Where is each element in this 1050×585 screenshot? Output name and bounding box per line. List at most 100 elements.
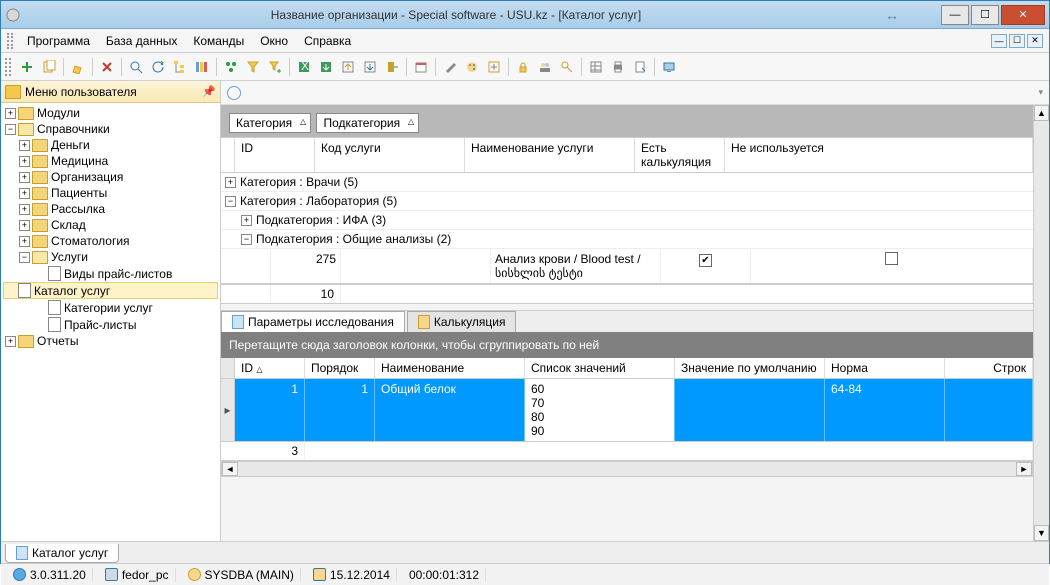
column-code[interactable]: Код услуги [315,138,465,172]
calendar-icon[interactable] [411,57,431,77]
grid-icon[interactable] [586,57,606,77]
column-has-calc[interactable]: Есть калькуляция [635,138,725,172]
print-icon[interactable] [608,57,628,77]
refresh-icon[interactable] [148,57,168,77]
menu-window[interactable]: Окно [252,32,296,50]
lock-icon[interactable] [513,57,533,77]
menu-help[interactable]: Справка [296,32,359,50]
sidebar-header: Меню пользователя 📌 [1,81,220,103]
filter-add-icon[interactable] [265,57,285,77]
edit-icon[interactable] [68,57,88,77]
table-row[interactable]: 275 Анализ крови / Blood test / სისხლის … [221,249,1033,283]
import-xls-icon[interactable] [316,57,336,77]
window-minimize-button[interactable]: — [941,5,969,25]
export-xls-icon[interactable]: X [294,57,314,77]
tree-item-reports[interactable]: +Отчеты [3,333,218,349]
copy-icon[interactable] [39,57,59,77]
group-row-lab[interactable]: −Категория : Лаборатория (5) [221,192,1033,211]
import-icon[interactable] [360,57,380,77]
group-chip-category[interactable]: Категория△ [229,113,311,133]
column-unused[interactable]: Не используется [725,138,1033,172]
tools-icon[interactable] [440,57,460,77]
window-maximize-button[interactable]: ☐ [971,5,999,25]
tree-item-service-catalog[interactable]: Каталог услуг [3,282,218,299]
column2-rows[interactable]: Строк [945,358,1033,378]
tree-icon[interactable] [170,57,190,77]
tree-item-mailing[interactable]: +Рассылка [3,201,218,217]
group-chip-subcategory[interactable]: Подкатегория△ [316,113,419,133]
mdi-close-button[interactable]: ✕ [1027,34,1043,48]
checkbox-checked-icon: ✔ [699,254,712,267]
tree-item-patients[interactable]: +Пациенты [3,185,218,201]
scroll-right-icon[interactable]: ► [1016,462,1032,476]
window-close-button[interactable]: ✕ [1001,5,1045,25]
tree-item-references[interactable]: −Справочники [3,121,218,137]
mdi-restore-button[interactable]: ☐ [1009,34,1025,48]
column2-default[interactable]: Значение по умолчанию [675,358,825,378]
cell-unused[interactable] [751,249,1033,283]
document-tab-catalog[interactable]: Каталог услуг [5,544,119,563]
tree-item-medicine[interactable]: +Медицина [3,153,218,169]
tree-item-organization[interactable]: +Организация [3,169,218,185]
column-id[interactable]: ID [235,138,315,172]
vertical-scrollbar[interactable]: ▲ ▼ [1033,105,1049,541]
clock-icon[interactable] [227,86,241,100]
filter-icon[interactable] [243,57,263,77]
preview-icon[interactable] [630,57,650,77]
tree-item-service-categories[interactable]: Категории услуг [3,299,218,316]
door-icon[interactable] [382,57,402,77]
scroll-up-icon[interactable]: ▲ [1034,105,1049,121]
menu-database[interactable]: База данных [98,32,185,50]
toolbar-grip[interactable] [5,58,11,76]
column2-values[interactable]: Список значений [525,358,675,378]
tree-item-pricelists[interactable]: Прайс-листы [3,316,218,333]
columns-icon[interactable] [192,57,212,77]
add-icon[interactable] [17,57,37,77]
tree-item-price-types[interactable]: Виды прайс-листов [3,265,218,282]
display-icon[interactable] [659,57,679,77]
cell2-values[interactable]: 60 70 80 90 [525,379,675,441]
key-icon[interactable] [557,57,577,77]
menu-program[interactable]: Программа [19,32,98,50]
sub-toolbar-chevron-icon[interactable]: ▾ [1038,87,1043,98]
detail-table-row[interactable]: ▸ 1 1 Общий белок 60 70 80 90 64-84 [221,379,1033,441]
scroll-down-icon[interactable]: ▼ [1034,525,1049,541]
tab-research-params[interactable]: Параметры исследования [221,311,405,332]
group-panel[interactable]: Категория△ Подкатегория△ [221,105,1033,137]
group-row-general[interactable]: −Подкатегория : Общие анализы (2) [221,230,1033,249]
tree-item-money[interactable]: +Деньги [3,137,218,153]
column2-name[interactable]: Наименование [375,358,525,378]
menubar-grip[interactable] [7,33,13,49]
detail-group-panel[interactable]: Перетащите сюда заголовок колонки, чтобы… [221,332,1033,358]
delete-icon[interactable] [97,57,117,77]
scroll-left-icon[interactable]: ◄ [222,462,238,476]
tab-calculation[interactable]: Калькуляция [407,311,517,332]
mdi-minimize-button[interactable]: — [991,34,1007,48]
column2-id[interactable]: ID △ [235,358,305,378]
export-icon[interactable] [338,57,358,77]
tree-item-warehouse[interactable]: +Склад [3,217,218,233]
cell2-row [945,379,1033,441]
column2-order[interactable]: Порядок [305,358,375,378]
palette-icon[interactable] [462,57,482,77]
group-row-doctors[interactable]: +Категория : Врачи (5) [221,173,1033,192]
tree-item-modules[interactable]: +Модули [3,105,218,121]
search-icon[interactable] [126,57,146,77]
sidebar: Меню пользователя 📌 +Модули −Справочники… [1,81,221,541]
grid-footer: 10 [221,284,1033,304]
tree-item-services[interactable]: −Услуги [3,249,218,265]
group-row-ifa[interactable]: +Подкатегория : ИФА (3) [221,211,1033,230]
pin-icon[interactable]: 📌 [202,85,216,98]
group-icon[interactable] [221,57,241,77]
tree-item-dental[interactable]: +Стоматология [3,233,218,249]
resize-icon[interactable]: ↔ [885,7,899,23]
users-icon[interactable] [535,57,555,77]
cell-has-calc[interactable]: ✔ [661,249,751,283]
column2-norm[interactable]: Норма [825,358,945,378]
menu-commands[interactable]: Команды [185,32,252,50]
horizontal-scrollbar[interactable]: ◄ ► [221,461,1033,477]
design-icon[interactable] [484,57,504,77]
computer-icon [105,568,118,581]
column-name[interactable]: Наименование услуги [465,138,635,172]
status-time: 00:00:01:312 [403,568,486,582]
